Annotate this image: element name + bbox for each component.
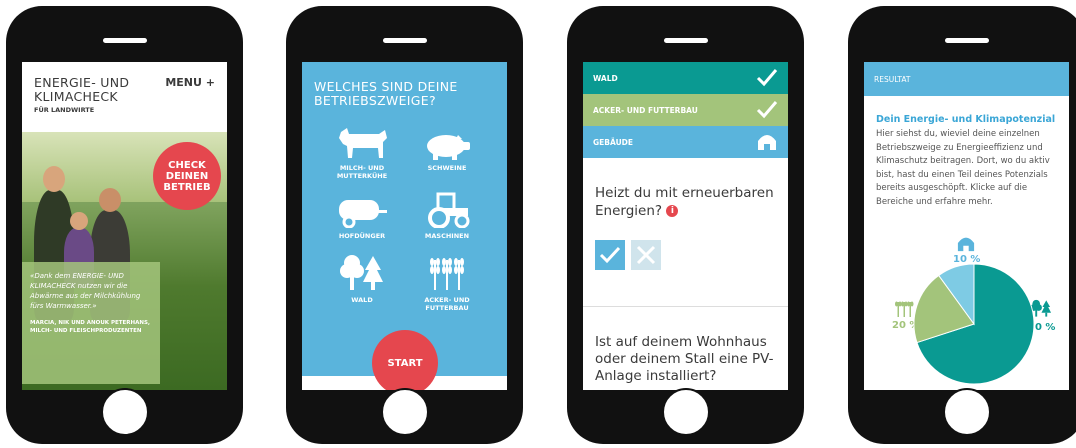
screen-branches: WELCHES SIND DEINE BETRIEBSZWEIGE? MILCH…: [302, 62, 507, 390]
result-title: Dein Energie- und Klimapotenzial: [876, 114, 1056, 125]
phone-frame-3: WALD ACKER- UND FUTTERBAU GEBÄUDE Heizt …: [567, 6, 804, 444]
wheat-icon: [407, 252, 487, 292]
screen-questions: WALD ACKER- UND FUTTERBAU GEBÄUDE Heizt …: [583, 62, 788, 390]
pig-icon: [407, 120, 487, 160]
cow-icon: [322, 120, 402, 160]
category-row-wald[interactable]: WALD: [583, 62, 788, 94]
home-button: [100, 388, 149, 436]
home-button: [380, 388, 429, 436]
header: ENERGIE- UND KLIMACHECK FÜR LANDWIRTE ME…: [22, 62, 227, 132]
house-icon: [956, 234, 976, 256]
speaker: [382, 38, 427, 43]
app-subtitle: FÜR LANDWIRTE: [34, 106, 95, 114]
divider: [583, 306, 788, 307]
potential-pie-chart: [913, 263, 1035, 385]
speaker: [102, 38, 147, 43]
yes-button[interactable]: [595, 240, 625, 270]
category-row-acker-futterbau[interactable]: ACKER- UND FUTTERBAU: [583, 94, 788, 126]
house-icon: [756, 131, 778, 153]
phone-frame-4: RESULTAT Dein Energie- und Klimapotenzia…: [848, 6, 1076, 444]
branch-acker-futterbau[interactable]: ACKER- UND FUTTERBAU: [407, 252, 487, 312]
checkmark-icon: [756, 99, 778, 121]
checkmark-icon: [756, 67, 778, 89]
branch-maschinen[interactable]: MASCHINEN: [407, 188, 487, 240]
question-heating: Heizt du mit erneuerbaren Energien? i: [595, 185, 774, 219]
branch-schweine[interactable]: SCHWEINE: [407, 120, 487, 172]
phone-frame-1: ENERGIE- UND KLIMACHECK FÜR LANDWIRTE ME…: [6, 6, 243, 444]
category-label: GEBÄUDE: [593, 137, 634, 147]
home-button: [942, 388, 991, 436]
branch-hofduenger[interactable]: HOFDÜNGER: [322, 188, 402, 240]
start-button[interactable]: START: [372, 330, 438, 390]
testimonial-box: «Dank dem ENERGIE- UND KLIMACHECK nutzen…: [22, 262, 160, 384]
result-text: Hier siehst du, wieviel deine einzelnen …: [876, 129, 1050, 207]
result-header: RESULTAT: [864, 62, 1069, 96]
branch-milch-mutterkuehe[interactable]: MILCH- UND MUTTERKÜHE: [322, 120, 402, 180]
testimonial-quote: «Dank dem ENERGIE- UND KLIMACHECK nutzen…: [30, 272, 141, 310]
pie-slice-acker-und-futterbau[interactable]: [913, 274, 975, 344]
pie-slice-geb-ude[interactable]: [938, 263, 975, 326]
close-icon: [636, 245, 656, 265]
info-icon[interactable]: i: [666, 205, 679, 217]
category-row-gebaeude[interactable]: GEBÄUDE: [583, 126, 788, 158]
screen-home: ENERGIE- UND KLIMACHECK FÜR LANDWIRTE ME…: [22, 62, 227, 390]
checkmark-icon: [599, 246, 621, 264]
percent-wald: 70 %: [1028, 322, 1056, 333]
app-title: ENERGIE- UND KLIMACHECK: [34, 75, 130, 104]
percent-acker-futterbau: 20 %: [892, 320, 920, 331]
question-title: WELCHES SIND DEINE BETRIEBSZWEIGE?: [314, 79, 458, 108]
speaker: [663, 38, 708, 43]
question-pv: Ist auf deinem Wohnhaus oder deinem Stal…: [595, 334, 774, 384]
trees-icon: [322, 252, 402, 292]
pie-slice-wald[interactable]: [916, 263, 1035, 385]
manure-tank-icon: [322, 188, 402, 228]
menu-button[interactable]: MENU +: [165, 76, 215, 89]
branch-wald[interactable]: WALD: [322, 252, 402, 304]
screen-result: RESULTAT Dein Energie- und Klimapotenzia…: [864, 62, 1069, 390]
no-button[interactable]: [631, 240, 661, 270]
speaker: [944, 38, 989, 43]
percent-gebaeude: 10 %: [953, 254, 981, 265]
check-betrieb-button[interactable]: CHECK DEINEN BETRIEB: [153, 142, 221, 210]
tractor-icon: [407, 188, 487, 228]
testimonial-author: MARCIA, NIK UND ANOUK PETERHANS, MILCH- …: [30, 320, 151, 334]
phone-frame-2: WELCHES SIND DEINE BETRIEBSZWEIGE? MILCH…: [286, 6, 523, 444]
home-button: [661, 388, 710, 436]
category-label: WALD: [593, 73, 618, 83]
wheat-icon: [894, 298, 914, 322]
category-label: ACKER- UND FUTTERBAU: [593, 105, 698, 115]
trees-icon: [1030, 298, 1052, 322]
